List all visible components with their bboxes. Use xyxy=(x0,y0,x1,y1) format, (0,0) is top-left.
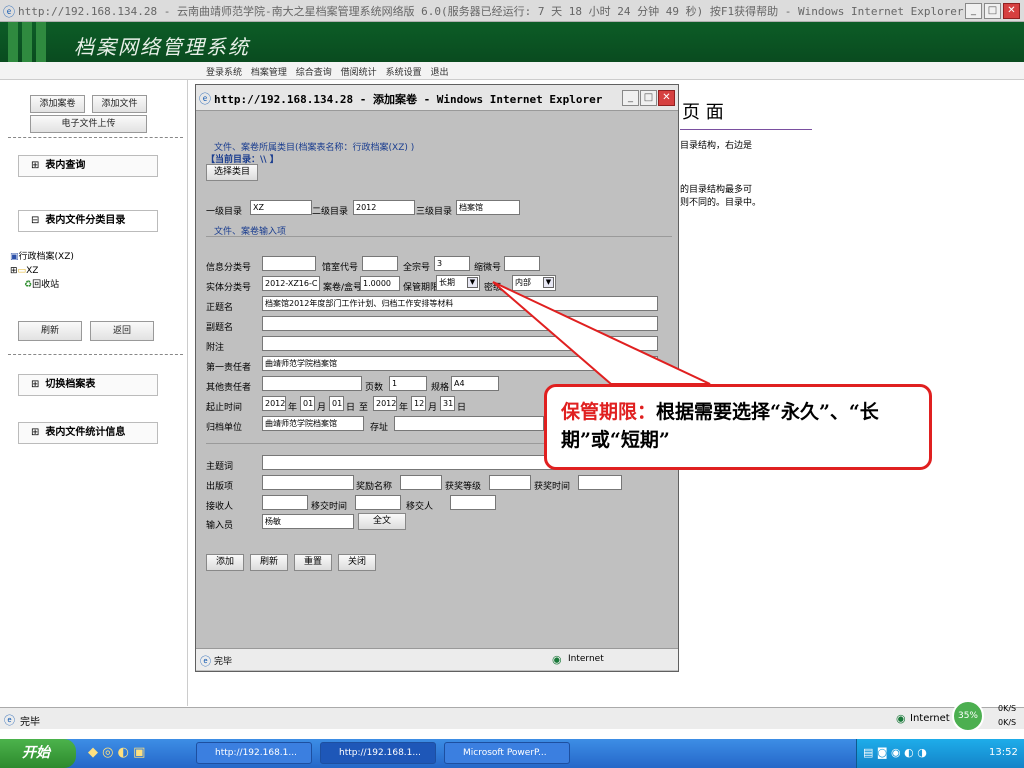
up-rate: 0K/S xyxy=(998,704,1017,713)
net-percent: 35% xyxy=(957,711,978,721)
clock: 13:52 xyxy=(989,747,1018,758)
callout-arrow xyxy=(492,281,711,385)
browser-status-text: 完毕 xyxy=(20,717,40,728)
quick-launch-icons[interactable]: ◆ ◎ ◐ ▣ xyxy=(88,745,145,760)
page-done-icon: ⓔ xyxy=(4,714,15,727)
task-ie-1[interactable]: http://192.168.1... xyxy=(196,742,312,764)
net-speed-badge: 35% xyxy=(952,700,984,732)
task-powerpoint[interactable]: Microsoft PowerP... xyxy=(444,742,570,764)
task-ie-2[interactable]: http://192.168.1... xyxy=(320,742,436,764)
callout-key: 保管期限： xyxy=(561,401,657,423)
taskbar: 开始 ◆ ◎ ◐ ▣ http://192.168.1... http://19… xyxy=(0,739,1024,768)
system-tray: ▤ ◙ ◉ ◐ ◑ 13:52 xyxy=(856,739,1024,768)
globe-icon: ◉ xyxy=(896,712,906,725)
down-rate: 0K/S xyxy=(998,718,1017,727)
browser-status-bar: ⓔ 完毕 ◉ Internet 35% 0K/S 0K/S xyxy=(0,700,1024,732)
tray-icons[interactable]: ▤ ◙ ◉ ◐ ◑ xyxy=(863,746,927,759)
start-button[interactable]: 开始 xyxy=(0,739,76,768)
browser-zone: Internet xyxy=(910,713,950,724)
annotation-callout: 保管期限：根据需要选择“永久”、“长期”或“短期” xyxy=(544,384,932,470)
